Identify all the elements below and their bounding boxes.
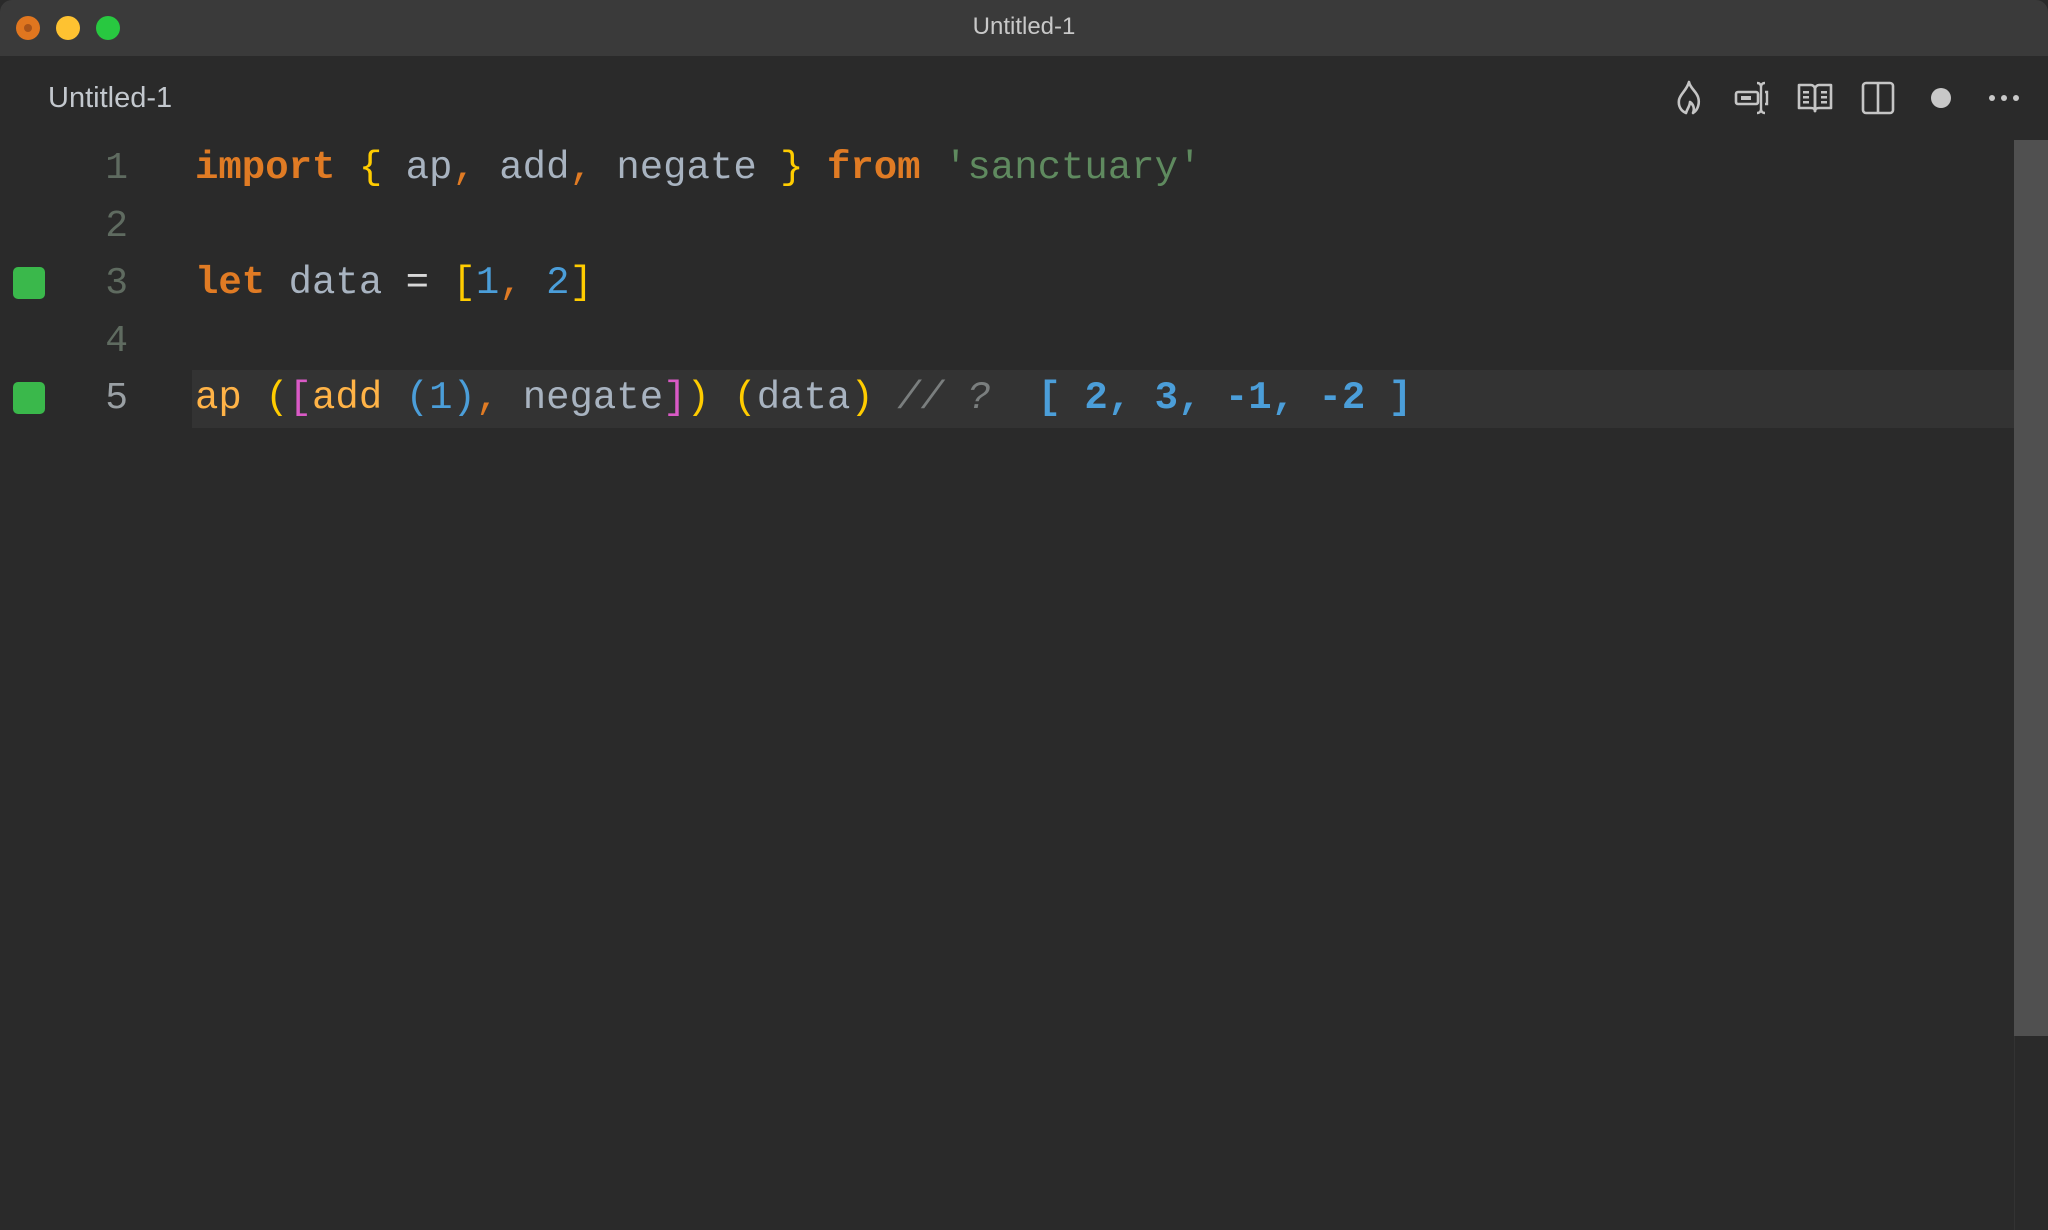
line-number: 1 [105,147,128,190]
comma: , [475,376,500,420]
more-actions-icon [1989,95,2019,101]
keyword-let: let [195,261,266,305]
string-module-name: 'sanctuary' [944,146,1202,190]
unsaved-dot-icon [1931,88,1951,108]
paren-close: ) [686,376,710,420]
operator-equals: = [405,261,430,305]
paren-open: ( [265,376,289,420]
scrollbar-thumb[interactable] [2014,140,2048,1036]
flame-button[interactable] [1669,78,1709,118]
more-actions-button[interactable] [1984,78,2024,118]
identifier-data: data [756,376,851,420]
open-preview-button[interactable] [1795,78,1835,118]
comma: , [569,146,593,190]
editor-actions [1646,78,2024,118]
number-literal: 2 [546,261,570,305]
code-line-3[interactable]: let data = [1, 2] [195,255,593,313]
paren-close: ) [452,376,476,420]
value-explorer-button[interactable] [1732,78,1772,118]
identifier-add: add [499,146,570,190]
inline-result-value: [ 2, 3, -1, -2 ] [1037,376,1413,420]
text-cursor-input-icon [1734,81,1769,115]
line-number: 2 [105,204,128,248]
split-editor-button[interactable] [1858,78,1898,118]
window-title: Untitled-1 [972,13,1076,40]
bracket-open: [ [452,261,476,305]
code-editor[interactable]: 1 2 3 4 5 import { ap, add, negate } fro… [0,140,2014,1230]
line-number: 4 [105,319,128,363]
identifier-data: data [288,261,383,305]
comma: , [452,146,476,190]
number-literal: 1 [475,261,500,305]
brace-close: } [780,146,804,190]
line-number: 3 [105,262,128,305]
editor-tab-bar: Untitled-1 [0,56,2048,140]
paren-open: ( [405,376,430,420]
tab-untitled-1[interactable]: Untitled-1 [48,82,172,115]
coverage-marker-line-3 [13,267,45,299]
brace-open: { [358,146,383,190]
bracket-close: ] [663,376,687,420]
flame-icon [1677,80,1701,115]
line-number: 5 [105,377,128,420]
identifier-ap: ap [405,146,453,190]
coverage-marker-line-5 [13,382,45,414]
title-bar: Untitled-1 [0,0,2048,56]
function-add: add [312,376,383,420]
function-ap: ap [195,376,242,420]
code-line-1[interactable]: import { ap, add, negate } from 'sanctua… [195,140,1201,198]
number-literal: 1 [429,376,453,420]
open-book-icon [1797,83,1833,113]
identifier-negate: negate [616,146,757,190]
bracket-open: [ [288,376,313,420]
keyword-from: from [826,146,921,190]
comma: , [499,261,523,305]
paren-close: ) [850,376,874,420]
paren-open: ( [733,376,757,420]
comment: // ? [897,376,991,420]
identifier-negate: negate [522,376,664,420]
keyword-import: import [195,146,336,190]
bracket-close: ] [569,261,593,305]
code-line-5[interactable]: ap ([add (1), negate]) (data) // ? [ 2, … [195,370,1412,428]
unsaved-indicator[interactable] [1921,78,1961,118]
split-editor-icon [1861,81,1895,115]
